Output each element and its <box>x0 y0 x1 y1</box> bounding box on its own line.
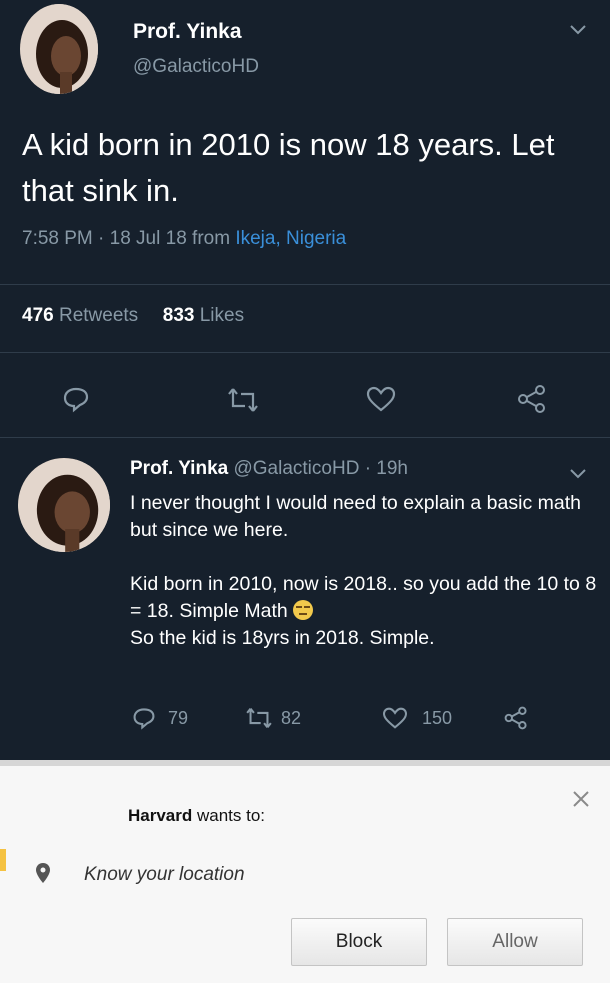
like-button[interactable] <box>366 386 396 412</box>
close-icon <box>573 791 589 807</box>
site-name: Harvard <box>128 806 193 825</box>
reply-author-name[interactable]: Prof. Yinka <box>130 458 228 479</box>
profile-photo-icon <box>18 458 110 552</box>
tweet-stats: 476 Retweets 833 Likes <box>22 305 244 327</box>
divider <box>0 284 610 285</box>
avatar[interactable] <box>20 4 98 94</box>
like-button[interactable]: 150 <box>382 707 452 729</box>
likes-stat[interactable]: 833 Likes <box>163 305 244 326</box>
retweet-icon <box>228 388 258 412</box>
retweet-count: 82 <box>281 707 302 728</box>
share-icon <box>518 385 545 413</box>
tweet-view: Prof. Yinka @GalacticoHD A kid born in 2… <box>0 0 610 760</box>
retweet-button[interactable] <box>227 387 259 413</box>
close-button[interactable] <box>572 788 590 814</box>
reply-paragraph: I never thought I would need to explain … <box>130 492 581 541</box>
share-button[interactable] <box>516 384 548 414</box>
reply-icon <box>63 387 89 413</box>
heart-icon <box>366 386 396 412</box>
author-name[interactable]: Prof. Yinka <box>133 20 242 44</box>
reply-button[interactable]: 79 <box>132 706 188 730</box>
permission-text: Know your location <box>84 864 245 885</box>
chevron-down-icon[interactable] <box>570 22 586 40</box>
tweet-timestamp: 7:58 PM · 18 Jul 18 from <box>22 228 236 249</box>
author-handle[interactable]: @GalacticoHD <box>133 56 259 78</box>
location-pin-icon <box>35 862 51 889</box>
heart-icon <box>382 707 408 729</box>
reply-icon <box>133 708 155 730</box>
location-link[interactable]: Ikeja, Nigeria <box>235 228 346 249</box>
divider <box>0 352 610 353</box>
tweet-text: A kid born in 2010 is now 18 years. Let … <box>22 127 555 208</box>
reply-paragraph: Kid born in 2010, now is 2018.. so you a… <box>130 573 597 649</box>
share-icon <box>504 706 527 730</box>
reply-count: 79 <box>168 707 189 728</box>
dialog-title: Harvard wants to: <box>128 806 266 825</box>
reply-button[interactable] <box>62 385 90 413</box>
like-count: 150 <box>422 707 453 728</box>
share-button[interactable] <box>503 706 529 730</box>
profile-photo-icon <box>20 4 98 94</box>
relieved-face-icon <box>293 600 314 620</box>
allow-button[interactable]: Allow <box>447 918 583 966</box>
tweet-meta: 7:58 PM · 18 Jul 18 from Ikeja, Nigeria <box>22 228 346 250</box>
retweets-stat[interactable]: 476 Retweets <box>22 305 138 326</box>
permission-dialog: Harvard wants to: Know your location Blo… <box>0 760 610 983</box>
retweet-button[interactable]: 82 <box>245 707 301 729</box>
reply-header: Prof. Yinka @GalacticoHD · 19h <box>130 458 408 480</box>
reply-avatar[interactable] <box>18 458 110 552</box>
reply-text: I never thought I would need to explain … <box>130 490 600 652</box>
block-button[interactable]: Block <box>291 918 427 966</box>
retweet-icon <box>246 708 272 728</box>
accent-mark <box>0 849 6 871</box>
reply-author-handle[interactable]: @GalacticoHD · 19h <box>233 458 408 479</box>
chevron-down-icon[interactable] <box>570 466 586 484</box>
divider <box>0 437 610 438</box>
